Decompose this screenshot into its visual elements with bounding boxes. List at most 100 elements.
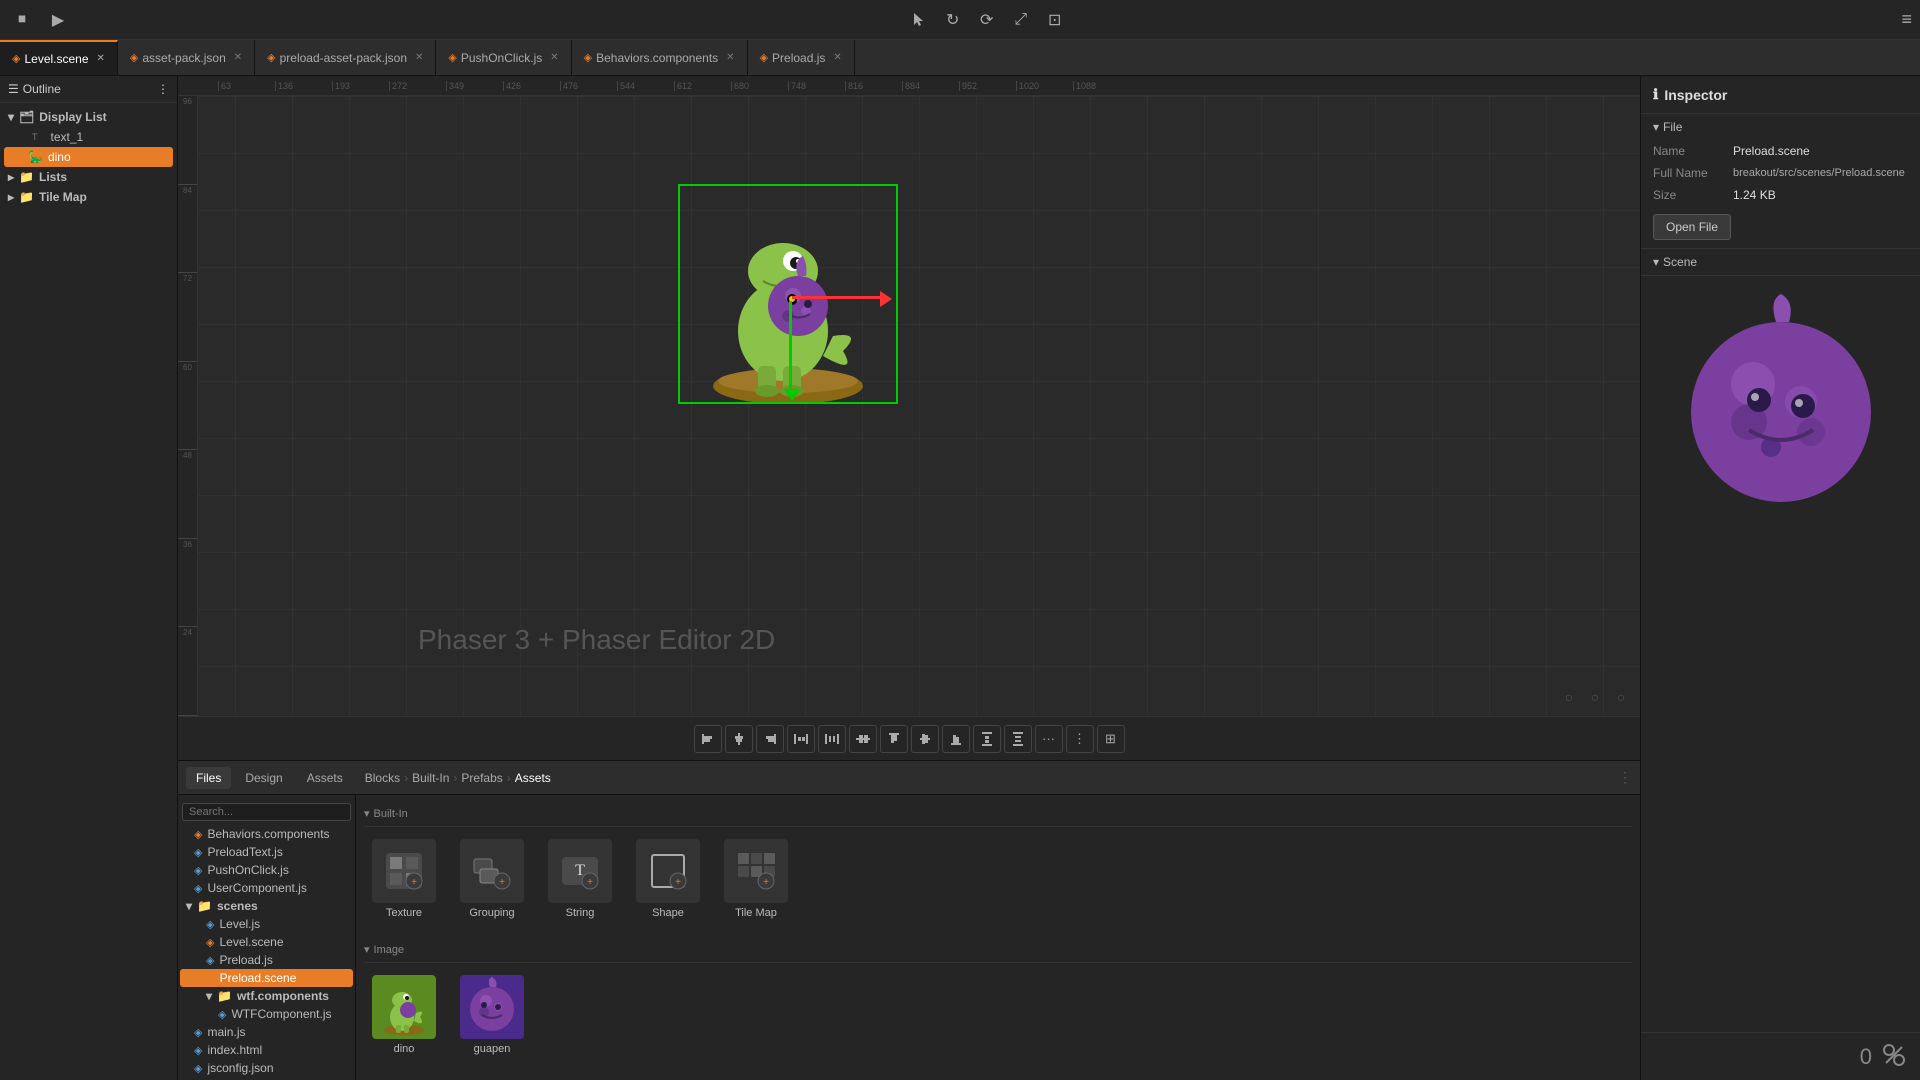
ruler-mark-0: 63 [218, 81, 275, 91]
distribute-h3-button[interactable] [849, 725, 877, 753]
grid-button[interactable]: ⊞ [1097, 725, 1125, 753]
ruler-mark-9: 680 [731, 81, 788, 91]
behaviors-comp-icon: ◈ [194, 828, 202, 841]
image-section-header: ▾ Image [364, 939, 1632, 963]
inspector-file-header[interactable]: ▾ File [1641, 114, 1920, 140]
tab-close-preload-js[interactable]: ✕ [833, 52, 841, 63]
file-item-wtf-folder[interactable]: ▾ 📁 wtf.components [178, 987, 355, 1005]
guapen-asset-label: guapen [474, 1043, 511, 1055]
cursor-tool-button[interactable] [905, 6, 933, 34]
align-left-button[interactable] [694, 725, 722, 753]
ruler-mark-7: 544 [617, 81, 674, 91]
file-item-jsconfig[interactable]: ◈ jsconfig.json [178, 1059, 355, 1077]
tab-close-level-scene[interactable]: ✕ [97, 53, 105, 64]
tab-close-push-on-click[interactable]: ✕ [550, 52, 558, 63]
inspector-preview [1641, 276, 1920, 528]
maximize-button[interactable]: ⊡ [1041, 6, 1069, 34]
dino-sprite[interactable] [668, 176, 908, 406]
asset-item-guapen[interactable]: guapen [452, 971, 532, 1059]
sidebar-item-dino[interactable]: 🦕 dino [4, 147, 173, 167]
tab-push-on-click[interactable]: ◈ PushOnClick.js ✕ [436, 40, 571, 75]
bottom-panel-more-icon[interactable]: ⋮ [1618, 769, 1632, 786]
topbar-center: ↻ ⟳ ⤢ ⊡ [80, 6, 1893, 34]
bottom-tab-design[interactable]: Design [235, 767, 292, 789]
tab-icon-level-scene: ◈ [12, 52, 20, 65]
ruler-mark-11: 816 [845, 81, 902, 91]
sidebar-item-display-list[interactable]: ▾ 🗂 Display List [0, 107, 177, 127]
tab-level-scene[interactable]: ◈ Level.scene ✕ [0, 40, 118, 75]
stop-button[interactable]: ⏹ [8, 6, 36, 34]
play-button[interactable]: ▶ [44, 6, 72, 34]
asset-item-shape[interactable]: + Shape [628, 835, 708, 923]
file-item-scenes-folder[interactable]: ▾ 📁 scenes [178, 897, 355, 915]
files-search-input[interactable] [182, 803, 351, 821]
file-item-wtf-component[interactable]: ◈ WTFComponent.js [178, 1005, 355, 1023]
tab-label-push-on-click: PushOnClick.js [461, 51, 542, 65]
level-js-label: Level.js [219, 917, 260, 931]
inspector-preview-svg [1671, 292, 1891, 512]
breadcrumb-assets[interactable]: Assets [515, 771, 551, 785]
canvas-zoom-out-button[interactable]: ○ [1558, 686, 1580, 708]
align-center-h-button[interactable] [725, 725, 753, 753]
file-item-behaviors[interactable]: ◈ Behaviors.components [178, 825, 355, 843]
menu-icon[interactable]: ≡ [1901, 9, 1912, 30]
bottom-tab-assets[interactable]: Assets [297, 767, 353, 789]
tab-preload-js[interactable]: ◈ Preload.js ✕ [748, 40, 855, 75]
inspector-scene-header[interactable]: ▾ Scene [1641, 249, 1920, 275]
distribute-h-button[interactable] [787, 725, 815, 753]
distribute-v-button[interactable] [973, 725, 1001, 753]
scenes-expand-icon: ▾ [186, 899, 192, 913]
fit-button[interactable]: ⤢ [1007, 6, 1035, 34]
tab-behaviors[interactable]: ◈ Behaviors.components ✕ [572, 40, 748, 75]
snap-button[interactable]: ⋮ [1066, 725, 1094, 753]
asset-item-dino[interactable]: dino [364, 971, 444, 1059]
bottom-tab-files[interactable]: Files [186, 767, 231, 789]
tab-close-preload-asset-pack[interactable]: ✕ [415, 52, 423, 63]
distribute-v2-button[interactable] [1004, 725, 1032, 753]
builtin-toggle-icon[interactable]: ▾ [364, 807, 370, 820]
sidebar-more-icon[interactable]: ⋮ [157, 82, 169, 96]
ruler-mark-6: 476 [560, 81, 617, 91]
image-toggle-icon[interactable]: ▾ [364, 943, 370, 956]
file-item-preload-scene[interactable]: ● Preload.scene [180, 969, 353, 987]
file-item-preload-text[interactable]: ◈ PreloadText.js [178, 843, 355, 861]
sidebar-right: ℹ Inspector ▾ File Name Preload.scene Fu… [1640, 76, 1920, 1080]
rotate-tool-button[interactable]: ↻ [939, 6, 967, 34]
file-item-main-js[interactable]: ◈ main.js [178, 1023, 355, 1041]
refresh-button[interactable]: ⟳ [973, 6, 1001, 34]
tab-close-behaviors[interactable]: ✕ [726, 52, 734, 63]
align-top-button[interactable] [880, 725, 908, 753]
file-item-push-on-click[interactable]: ◈ PushOnClick.js [178, 861, 355, 879]
tab-asset-pack[interactable]: ◈ asset-pack.json ✕ [118, 40, 255, 75]
distribute-h2-button[interactable] [818, 725, 846, 753]
asset-item-texture[interactable]: + Texture [364, 835, 444, 923]
more-align-button[interactable]: ··· [1035, 725, 1063, 753]
align-bottom-button[interactable] [942, 725, 970, 753]
sidebar-item-text1[interactable]: T text_1 [0, 127, 177, 147]
canvas-area[interactable]: 96 84 72 60 48 36 24 [178, 96, 1640, 716]
asset-item-grouping[interactable]: + Grouping [452, 835, 532, 923]
canvas-zoom-in-button[interactable]: ○ [1584, 686, 1606, 708]
ruler-mark-10: 748 [788, 81, 845, 91]
breadcrumb-builtin[interactable]: Built-In [412, 771, 449, 785]
breadcrumb-blocks[interactable]: Blocks [365, 771, 400, 785]
file-item-level-js[interactable]: ◈ Level.js [178, 915, 355, 933]
sidebar-item-lists[interactable]: ▸ 📁 Lists [0, 167, 177, 187]
file-item-user-component[interactable]: ◈ UserComponent.js [178, 879, 355, 897]
align-right-button[interactable] [756, 725, 784, 753]
open-file-button[interactable]: Open File [1653, 214, 1731, 240]
asset-item-string[interactable]: T + String [540, 835, 620, 923]
tab-close-asset-pack[interactable]: ✕ [234, 52, 242, 63]
file-item-index-html[interactable]: ◈ index.html [178, 1041, 355, 1059]
sidebar-left: ☰ Outline ⋮ ▾ 🗂 Display List T text_1 🦕 … [0, 76, 178, 1080]
sidebar-item-tilemap[interactable]: ▸ 📁 Tile Map [0, 187, 177, 207]
canvas-help-button[interactable]: ○ [1610, 686, 1632, 708]
breadcrumb-prefabs[interactable]: Prefabs [461, 771, 502, 785]
tab-preload-asset-pack[interactable]: ◈ preload-asset-pack.json ✕ [255, 40, 436, 75]
file-item-level-scene[interactable]: ◈ Level.scene [178, 933, 355, 951]
scene-section-label: Scene [1663, 255, 1697, 269]
size-label: Size [1653, 188, 1733, 202]
asset-item-tilemap[interactable]: + Tile Map [716, 835, 796, 923]
file-item-preload-js[interactable]: ◈ Preload.js [178, 951, 355, 969]
align-middle-v-button[interactable] [911, 725, 939, 753]
